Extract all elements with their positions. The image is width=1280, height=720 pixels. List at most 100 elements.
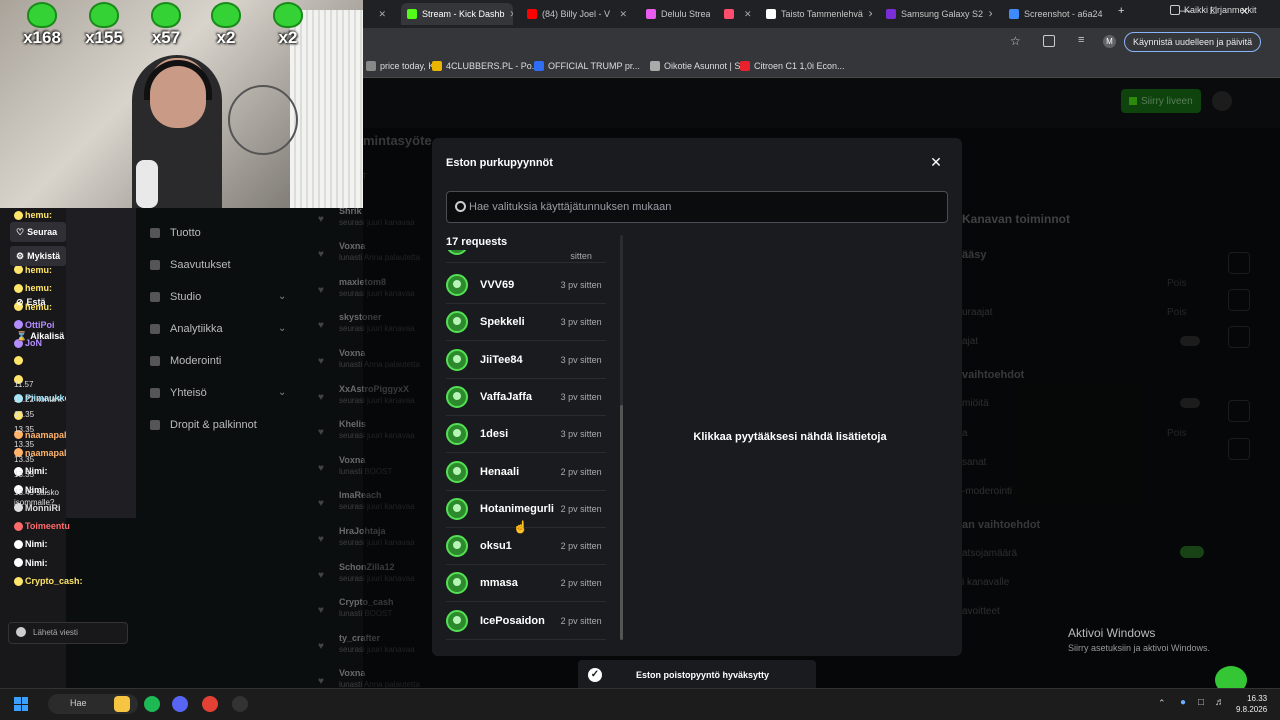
volume-icon[interactable]: ♬	[1215, 697, 1225, 708]
search-box[interactable]	[446, 191, 948, 223]
chat-message[interactable]: Nimi:	[14, 539, 48, 549]
user-badge-icon	[14, 539, 23, 549]
browser-tab[interactable]: Delulu Stream✕	[640, 3, 710, 25]
bookmark-label: OFFICIAL TRUMP pr...	[548, 61, 640, 71]
chat-message[interactable]: hemu:	[14, 265, 52, 275]
unban-request-row[interactable]: Spekkeli 3 pv sitten	[446, 304, 606, 342]
mute-icon: ⚙	[16, 250, 25, 261]
avatar	[446, 460, 468, 483]
chevron-down-icon[interactable]: ⌄	[278, 387, 286, 398]
close-icon[interactable]: ✕	[928, 154, 944, 170]
media-controls-icon[interactable]: ≡	[1078, 34, 1084, 46]
bookmark-item[interactable]: Oikotie Asunnot | S...	[650, 61, 748, 71]
bookmark-item[interactable]: OFFICIAL TRUMP pr...	[534, 61, 640, 71]
chat-settings-icon[interactable]	[16, 627, 26, 637]
file-explorer-icon[interactable]	[114, 696, 130, 712]
request-row-partial[interactable]: sitten	[446, 250, 606, 263]
nav-item[interactable]: Tuotto	[150, 227, 201, 239]
nav-item[interactable]: Moderointi	[150, 355, 221, 367]
tab-close-icon[interactable]: ✕	[868, 9, 872, 20]
favicon-icon	[886, 9, 896, 19]
chrome-icon[interactable]	[202, 696, 218, 712]
bookmark-item[interactable]: price today, K...	[366, 61, 442, 71]
tab-close-icon[interactable]: ✕	[988, 9, 992, 20]
user-badge-icon	[14, 265, 23, 275]
nav-item[interactable]: Yhteisö	[150, 387, 207, 399]
browser-tab[interactable]: (84) Billy Joel - V ✕	[521, 3, 633, 25]
obs-icon[interactable]	[232, 696, 248, 712]
unban-request-row[interactable]: VVV69 3 pv sitten	[446, 267, 606, 304]
chat-message[interactable]: hemu:	[14, 210, 52, 220]
tray-chevron-icon[interactable]: ⌃	[1158, 698, 1166, 709]
unban-request-row[interactable]: IcePosaidon 2 pv sitten	[446, 603, 606, 640]
unban-request-row[interactable]: JiiTee84 3 pv sitten	[446, 342, 606, 379]
microphone-tray-icon[interactable]: ●	[1180, 697, 1186, 708]
activate-windows-title: Aktivoi Windows	[1068, 626, 1156, 640]
windows-start-icon[interactable]	[14, 697, 28, 711]
tab-close-icon[interactable]: ✕	[619, 9, 627, 20]
star-icon[interactable]: ☆	[1010, 34, 1021, 48]
bookmark-item[interactable]: Citroen C1 1,0i Econ...	[740, 61, 845, 71]
browser-tab[interactable]: Stream - Kick Dashb ✕	[401, 3, 513, 25]
restart-update-button[interactable]: Käynnistä uudelleen ja päivitä	[1124, 32, 1262, 52]
nav-item-icon	[150, 324, 160, 334]
tab-close-icon[interactable]: ✕	[744, 9, 752, 20]
all-bookmarks-button[interactable]: Kaikki kirjanmerkit	[1170, 5, 1257, 15]
nav-item[interactable]: Dropit & palkinnot	[150, 419, 257, 431]
favicon-icon	[1009, 9, 1019, 19]
timeout-button[interactable]: ⌛ Aikalisä	[10, 326, 66, 346]
request-time: 3 pv sitten	[560, 317, 602, 328]
user-badge-icon	[14, 210, 23, 220]
browser-tab[interactable]: ✕	[718, 3, 754, 25]
unban-request-row[interactable]: 1desi 3 pv sitten	[446, 416, 606, 454]
taskbar-clock[interactable]: 16.33 9.8.2026	[1236, 693, 1267, 715]
favicon-icon	[724, 9, 734, 19]
chat-message[interactable]: Crypto_cash:	[14, 576, 83, 586]
chevron-down-icon[interactable]: ⌄	[278, 323, 286, 334]
all-bookmarks-label: Kaikki kirjanmerkit	[1184, 5, 1257, 15]
browser-tab[interactable]: Screenshot - a6a24✕	[1003, 3, 1107, 25]
unban-request-row[interactable]: Henaali 2 pv sitten	[446, 454, 606, 491]
nav-item[interactable]: Analytiikka	[150, 323, 223, 335]
new-tab-button[interactable]: +	[1118, 5, 1124, 17]
spotify-icon[interactable]	[144, 696, 160, 712]
tab-close-icon[interactable]: ✕	[510, 9, 513, 20]
chat-message[interactable]	[14, 356, 25, 366]
windows-taskbar	[0, 688, 1280, 720]
chat-input[interactable]: Lähetä viesti	[8, 622, 128, 644]
nav-item-label: Tuotto	[170, 227, 201, 239]
extensions-icon[interactable]	[1043, 35, 1055, 47]
mute-button[interactable]: ⚙ Mykistä	[10, 246, 66, 266]
unban-request-row[interactable]: mmasa 2 pv sitten	[446, 565, 606, 603]
browser-tab[interactable]: Samsung Galaxy S2 ✕	[880, 3, 992, 25]
request-time: sitten	[570, 251, 592, 261]
profile-avatar[interactable]: M	[1103, 35, 1116, 48]
nav-item[interactable]: Studio	[150, 291, 201, 303]
chat-message[interactable]: Toimeentu	[14, 521, 70, 531]
chevron-down-icon[interactable]: ⌄	[278, 291, 286, 302]
nav-item[interactable]: Saavutukset	[150, 259, 231, 271]
chat-message[interactable]: Nimi:	[14, 558, 48, 568]
discord-icon[interactable]	[172, 696, 188, 712]
follow-button[interactable]: ♡ Seuraa	[10, 222, 66, 242]
avatar	[446, 423, 468, 446]
microphone-shape	[136, 160, 158, 208]
browser-tab[interactable]: Taisto Tammenlehvä ✕	[760, 3, 872, 25]
pepe-emote-icon	[273, 2, 303, 28]
bookmark-item[interactable]: 4CLUBBERS.PL - Po...	[432, 61, 539, 71]
request-time: 2 pv sitten	[560, 503, 602, 514]
user-message-history: isommalle?	[14, 498, 55, 507]
modal-title: Eston purkupyynnöt	[446, 157, 553, 169]
search-input[interactable]	[469, 199, 929, 215]
ban-button[interactable]: ⊘ Estä	[10, 292, 66, 312]
chat-username: hemu:	[25, 264, 52, 275]
bookmark-favicon-icon	[432, 61, 442, 71]
unban-request-row[interactable]: VaffaJaffa 3 pv sitten	[446, 379, 606, 416]
check-icon: ✓	[588, 668, 602, 682]
tab-close-icon[interactable]: ✕	[378, 9, 386, 20]
nav-item-icon	[150, 420, 160, 430]
bookmark-favicon-icon	[740, 61, 750, 71]
heart-icon: ♥	[318, 569, 324, 581]
list-scrollbar-thumb[interactable]	[620, 405, 623, 640]
network-icon[interactable]: □	[1198, 697, 1204, 708]
